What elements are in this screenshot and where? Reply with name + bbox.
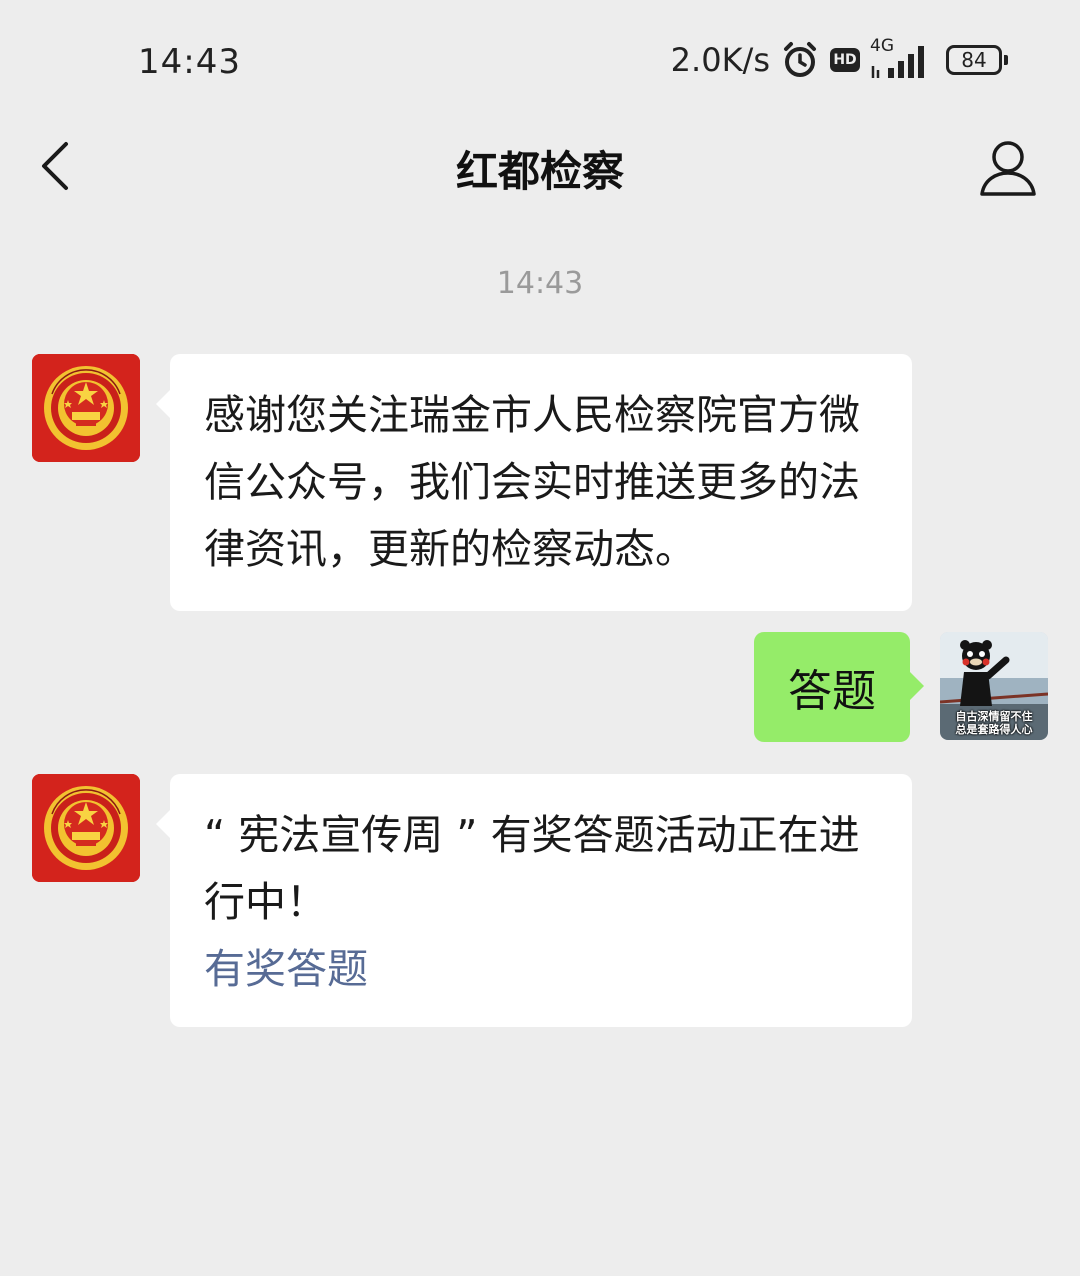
avatar-caption-line1: 自古深情留不住 [955,710,1033,723]
hd-icon: HD [830,48,860,72]
incoming-message[interactable]: “ 宪法宣传周 ” 有奖答题活动正在进行中！ 有奖答题 [156,774,912,1027]
profile-button[interactable] [976,136,1040,200]
message-text: 感谢您关注瑞金市人民检察院官方微信公众号，我们会实时推送更多的法律资讯，更新的检… [204,391,860,573]
chat-title: 红都检察 [455,147,624,196]
battery-icon: 84 [946,45,1008,75]
message-text: 答题 [788,666,876,717]
alarm-icon [780,40,820,80]
user-avatar[interactable]: 自古深情留不住 总是套路得人心 [940,632,1048,740]
chat-header: 红都检察 [0,120,1080,215]
incoming-message[interactable]: 感谢您关注瑞金市人民检察院官方微信公众号，我们会实时推送更多的法律资讯，更新的检… [156,354,912,611]
signal-icon: 4G [870,36,936,80]
outgoing-message[interactable]: 答题 [754,632,924,742]
message-text: “ 宪法宣传周 ” 有奖答题活动正在进行中！ [204,811,860,926]
procuratorate-emblem-icon [32,354,140,462]
avatar-caption-line2: 总是套路得人心 [955,723,1033,736]
battery-tip [1004,55,1008,65]
procuratorate-emblem-icon [32,774,140,882]
network-speed: 2.0K/s [670,41,770,79]
status-bar: 14:43 2.0K/s HD 4G 84 [0,0,1080,120]
official-avatar[interactable] [32,774,140,882]
person-icon [980,141,1036,196]
status-icons: 2.0K/s HD 4G 84 [670,36,1008,80]
avatar-caption: 自古深情留不住 总是套路得人心 [940,710,1048,736]
quiz-link[interactable]: 有奖答题 [204,936,878,1003]
battery-level: 84 [946,45,1002,75]
chat-timestamp: 14:43 [496,266,584,301]
official-avatar[interactable] [32,354,140,462]
status-time: 14:43 [138,42,241,82]
